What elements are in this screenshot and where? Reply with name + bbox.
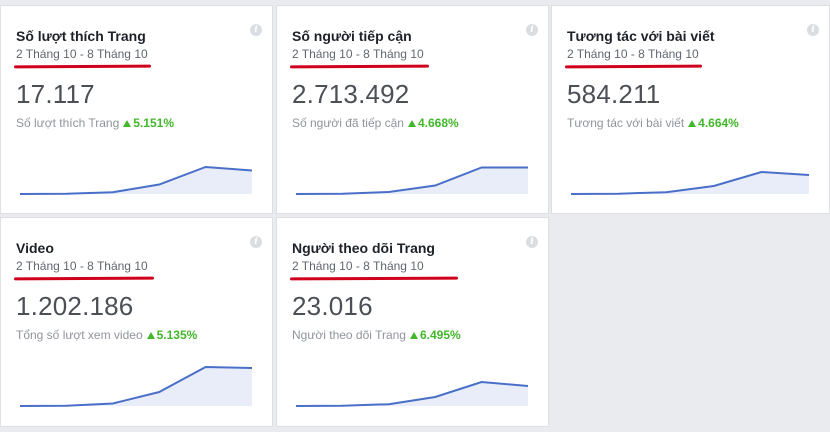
card-title: Số người tiếp cận [292,28,412,44]
date-range: 2 Tháng 10 - 8 Tháng 10 [292,259,424,273]
metric-value: 2.713.492 [292,79,410,109]
sparkline-area [20,367,252,406]
trend-sparkline [19,165,253,195]
metric-label: Tương tác với bài viết [567,116,685,130]
info-icon[interactable]: i [250,236,262,248]
metric-change-up: 4.668% [408,116,459,130]
sparkline-area [296,167,528,194]
sparkline-area [296,382,528,406]
red-underline-annotation [13,276,155,281]
metric-label: Số lượt thích Trang [16,116,120,130]
metric-description: Tương tác với bài viết 4.664% [567,116,739,130]
metric-value: 17.117 [16,79,95,109]
sparkline-area [20,167,252,194]
card-title: Người theo dõi Trang [292,240,435,256]
page-likes-card[interactable]: Số lượt thích Trang i 2 Tháng 10 - 8 Tháng… [0,5,273,214]
metric-description: Tổng số lượt xem video 5.135% [16,328,197,342]
metric-description: Người theo dõi Trang 6.495% [292,328,461,342]
card-title: Số lượt thích Trang [16,28,146,44]
post-engagement-card[interactable]: Tương tác với bài viết i 2 Tháng 10 - 8 Th… [551,5,830,214]
video-views-card[interactable]: Video i 2 Tháng 10 - 8 Tháng 10 1.202.186 Tổ… [0,217,273,427]
metric-label: Tổng số lượt xem video [16,328,143,342]
info-icon[interactable]: i [250,24,262,36]
metric-value: 584.211 [567,79,661,109]
info-icon[interactable]: i [526,236,538,248]
metric-change-up: 4.664% [688,116,739,130]
red-underline-annotation [564,64,703,69]
metric-change-up: 6.495% [410,328,461,342]
metric-value: 1.202.186 [16,291,134,321]
red-underline-annotation [13,64,152,69]
trend-sparkline [570,170,810,195]
metric-value: 23.016 [292,291,373,321]
metric-description: Số lượt thích Trang 5.151% [16,116,174,130]
metric-change-up: 5.151% [123,116,174,130]
date-range: 2 Tháng 10 - 8 Tháng 10 [567,47,699,61]
metric-change-up: 5.135% [147,328,198,342]
page-followers-card[interactable]: Người theo dõi Trang i 2 Tháng 10 - 8 Thán… [276,217,549,427]
trend-sparkline [19,365,253,407]
card-title: Video [16,240,54,256]
trend-sparkline [295,380,529,407]
date-range: 2 Tháng 10 - 8 Tháng 10 [16,47,148,61]
metric-label: Số người đã tiếp cận [292,116,404,130]
trend-sparkline [295,166,528,195]
card-title: Tương tác với bài viết [567,28,715,44]
date-range: 2 Tháng 10 - 8 Tháng 10 [16,259,148,273]
info-icon[interactable]: i [526,24,538,36]
red-underline-annotation [289,64,430,69]
reach-card[interactable]: Số người tiếp cận i 2 Tháng 10 - 8 Tháng 1… [276,5,549,214]
metric-description: Số người đã tiếp cận 4.668% [292,116,459,130]
red-underline-annotation [289,276,459,281]
metric-label: Người theo dõi Trang [292,328,406,342]
date-range: 2 Tháng 10 - 8 Tháng 10 [292,47,424,61]
sparkline-area [571,172,809,194]
info-icon[interactable]: i [807,24,819,36]
